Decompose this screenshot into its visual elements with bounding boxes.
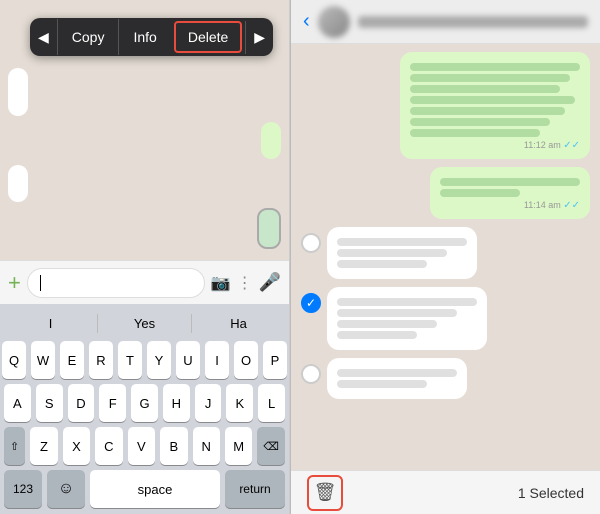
key-e[interactable]: E — [60, 341, 84, 379]
left-bubble-received-1 — [8, 68, 28, 116]
suggestion-2[interactable]: Yes — [98, 314, 192, 333]
key-n[interactable]: N — [193, 427, 220, 465]
select-circle-3[interactable] — [301, 364, 321, 384]
camera-icon[interactable]: 📷 — [211, 273, 231, 293]
suggestion-3[interactable]: Ha — [192, 314, 285, 333]
key-t[interactable]: T — [118, 341, 142, 379]
message-input[interactable] — [27, 268, 205, 298]
contact-avatar — [318, 6, 350, 38]
received-bubble-3 — [327, 358, 467, 399]
select-circle-2-checked[interactable] — [301, 293, 321, 313]
context-menu: ◀ Copy Info Delete ▶ — [30, 18, 273, 56]
left-bubble-sent-1 — [261, 122, 281, 159]
sent-bubble-2: 11:14 am ✓✓ — [430, 167, 590, 219]
right-message-received-1[interactable] — [301, 227, 590, 279]
context-menu-back-arrow[interactable]: ◀ — [30, 21, 57, 54]
right-message-received-2[interactable] — [301, 287, 590, 350]
add-attachment-button[interactable]: + — [8, 270, 21, 296]
left-panel: ◀ Copy Info Delete ▶ — [0, 0, 290, 514]
received-bubble-1 — [327, 227, 477, 279]
right-chat-area: 11:12 am ✓✓ 11:14 am ✓✓ — [291, 44, 600, 470]
key-c[interactable]: C — [95, 427, 122, 465]
keyboard-suggestions: I Yes Ha — [4, 310, 285, 337]
left-bubble-sent-2 — [257, 208, 281, 249]
emoji-key[interactable]: ☺ — [47, 470, 85, 508]
key-s[interactable]: S — [36, 384, 63, 422]
message-time-2: 11:14 am ✓✓ — [440, 200, 580, 211]
keyboard-row-3: ⇧ Z X C V B N M ⌫ — [4, 427, 285, 465]
right-bottom-bar: 🗑 1 Selected — [291, 470, 600, 514]
key-y[interactable]: Y — [147, 341, 171, 379]
chat-area: ◀ Copy Info Delete ▶ — [0, 0, 289, 260]
key-l[interactable]: L — [258, 384, 285, 422]
key-h[interactable]: H — [163, 384, 190, 422]
input-bar: + 📷 ⋮ 🎤 — [0, 260, 289, 304]
key-v[interactable]: V — [128, 427, 155, 465]
keyboard-row-1: Q W E R T Y U I O P — [4, 341, 285, 379]
suggestion-1[interactable]: I — [4, 314, 98, 333]
key-r[interactable]: R — [89, 341, 113, 379]
keyboard-row-2: A S D F G H J K L — [4, 384, 285, 422]
more-options-icon[interactable]: ⋮ — [237, 273, 253, 293]
select-circle-1[interactable] — [301, 233, 321, 253]
return-key[interactable]: return — [225, 470, 285, 508]
key-u[interactable]: U — [176, 341, 200, 379]
right-header: ‹ — [291, 0, 600, 44]
key-p[interactable]: P — [263, 341, 287, 379]
context-menu-delete[interactable]: Delete — [174, 21, 242, 53]
messages-left — [8, 68, 281, 249]
sent-bubble-1: 11:12 am ✓✓ — [400, 52, 590, 159]
space-key[interactable]: space — [90, 470, 220, 508]
trash-icon: 🗑 — [314, 482, 337, 503]
key-w[interactable]: W — [31, 341, 55, 379]
context-menu-forward-arrow[interactable]: ▶ — [245, 21, 273, 54]
key-i[interactable]: I — [205, 341, 229, 379]
delete-selected-button[interactable]: 🗑 — [307, 475, 343, 511]
right-panel: ‹ 11:12 am ✓✓ 11:14 am ✓✓ — [291, 0, 600, 514]
key-f[interactable]: F — [99, 384, 126, 422]
received-bubble-2 — [327, 287, 487, 350]
key-d[interactable]: D — [68, 384, 95, 422]
keyboard-row-bottom: 123 ☺ space return — [4, 470, 285, 508]
backspace-key[interactable]: ⌫ — [257, 427, 285, 465]
key-j[interactable]: J — [195, 384, 222, 422]
key-z[interactable]: Z — [30, 427, 57, 465]
key-g[interactable]: G — [131, 384, 158, 422]
contact-name — [358, 16, 588, 28]
back-button[interactable]: ‹ — [303, 10, 310, 33]
right-message-sent-1: 11:12 am ✓✓ — [301, 52, 590, 159]
right-message-received-3[interactable] — [301, 358, 590, 399]
key-q[interactable]: Q — [2, 341, 26, 379]
context-menu-copy[interactable]: Copy — [57, 19, 119, 55]
keyboard: I Yes Ha Q W E R T Y U I O P A S D F G H… — [0, 304, 289, 514]
text-cursor — [40, 275, 41, 291]
message-time-1: 11:12 am ✓✓ — [410, 140, 580, 151]
right-message-sent-2: 11:14 am ✓✓ — [301, 167, 590, 219]
selected-count-label: 1 Selected — [518, 485, 584, 501]
key-b[interactable]: B — [160, 427, 187, 465]
key-o[interactable]: O — [234, 341, 258, 379]
shift-key[interactable]: ⇧ — [4, 427, 25, 465]
voice-message-icon[interactable]: 🎤 — [259, 272, 281, 293]
key-a[interactable]: A — [4, 384, 31, 422]
key-x[interactable]: X — [63, 427, 90, 465]
context-menu-info[interactable]: Info — [118, 19, 170, 55]
numbers-key[interactable]: 123 — [4, 470, 42, 508]
key-m[interactable]: M — [225, 427, 252, 465]
key-k[interactable]: K — [226, 384, 253, 422]
left-bubble-received-2 — [8, 165, 28, 202]
